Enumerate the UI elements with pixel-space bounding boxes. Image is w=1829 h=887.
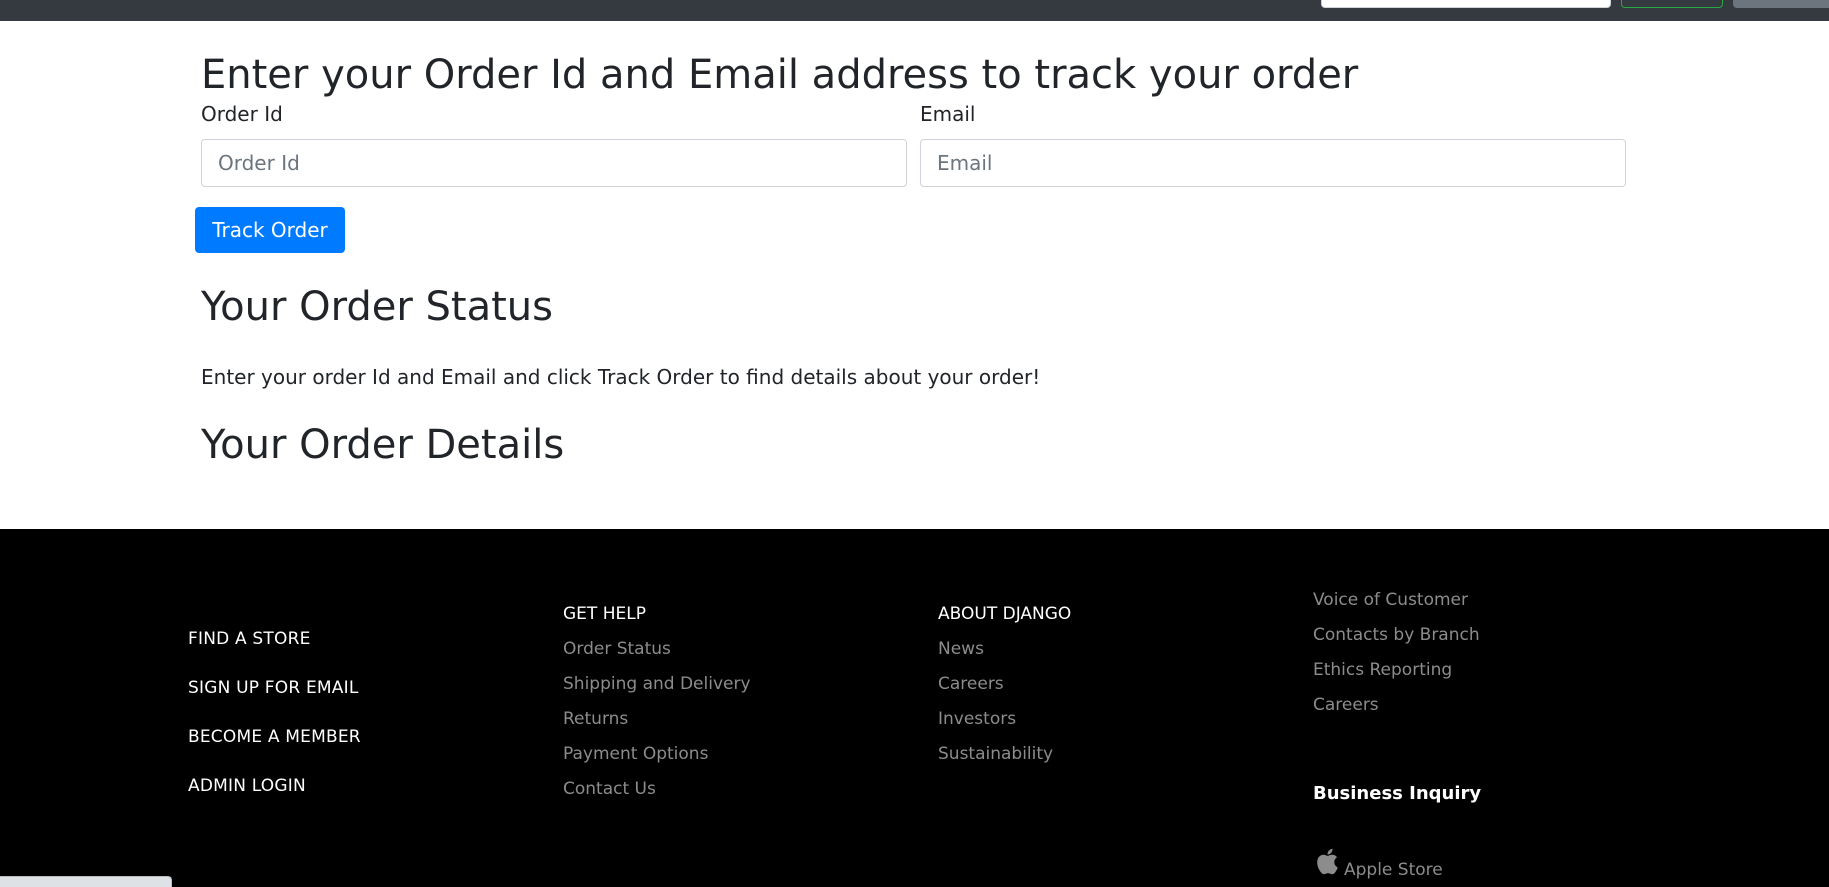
order-status-link[interactable]: Order Status — [563, 638, 671, 660]
payment-options-link[interactable]: Payment Options — [563, 743, 708, 765]
apple-store-label: Apple Store — [1344, 860, 1443, 880]
investors-link[interactable]: Investors — [938, 708, 1016, 730]
careers-link-2[interactable]: Careers — [1313, 694, 1379, 716]
browser-status-tooltip — [0, 876, 172, 887]
footer — [0, 529, 1829, 887]
order-id-label: Order Id — [201, 102, 283, 126]
become-member-link[interactable]: BECOME A MEMBER — [188, 726, 361, 748]
ethics-reporting-link[interactable]: Ethics Reporting — [1313, 659, 1452, 681]
news-link[interactable]: News — [938, 638, 984, 660]
email-label: Email — [920, 102, 976, 126]
apple-icon — [1317, 848, 1338, 875]
business-inquiry-heading: Business Inquiry — [1313, 783, 1482, 804]
tracking-heading: Enter your Order Id and Email address to… — [201, 52, 1359, 98]
email-input[interactable] — [920, 139, 1626, 187]
navbar-action-button[interactable] — [1733, 0, 1829, 8]
top-navbar — [0, 0, 1829, 21]
shipping-delivery-link[interactable]: Shipping and Delivery — [563, 673, 751, 695]
navbar-search-input[interactable] — [1321, 0, 1611, 8]
order-status-message: Enter your order Id and Email and click … — [201, 365, 1041, 389]
order-status-heading: Your Order Status — [201, 284, 553, 330]
about-heading: ABOUT DJANGO — [938, 604, 1072, 624]
find-a-store-link[interactable]: FIND A STORE — [188, 628, 311, 650]
returns-link[interactable]: Returns — [563, 708, 628, 730]
careers-link[interactable]: Careers — [938, 673, 1004, 695]
order-id-input[interactable] — [201, 139, 907, 187]
sustainability-link[interactable]: Sustainability — [938, 743, 1053, 765]
navbar-search-button[interactable] — [1621, 0, 1723, 8]
contact-us-link[interactable]: Contact Us — [563, 778, 656, 800]
sign-up-email-link[interactable]: SIGN UP FOR EMAIL — [188, 677, 359, 699]
contacts-by-branch-link[interactable]: Contacts by Branch — [1313, 624, 1480, 646]
track-order-button[interactable]: Track Order — [195, 207, 345, 253]
order-details-heading: Your Order Details — [201, 422, 565, 468]
voice-of-customer-link[interactable]: Voice of Customer — [1313, 589, 1468, 611]
admin-login-link[interactable]: ADMIN LOGIN — [188, 775, 306, 797]
get-help-heading: GET HELP — [563, 604, 646, 624]
